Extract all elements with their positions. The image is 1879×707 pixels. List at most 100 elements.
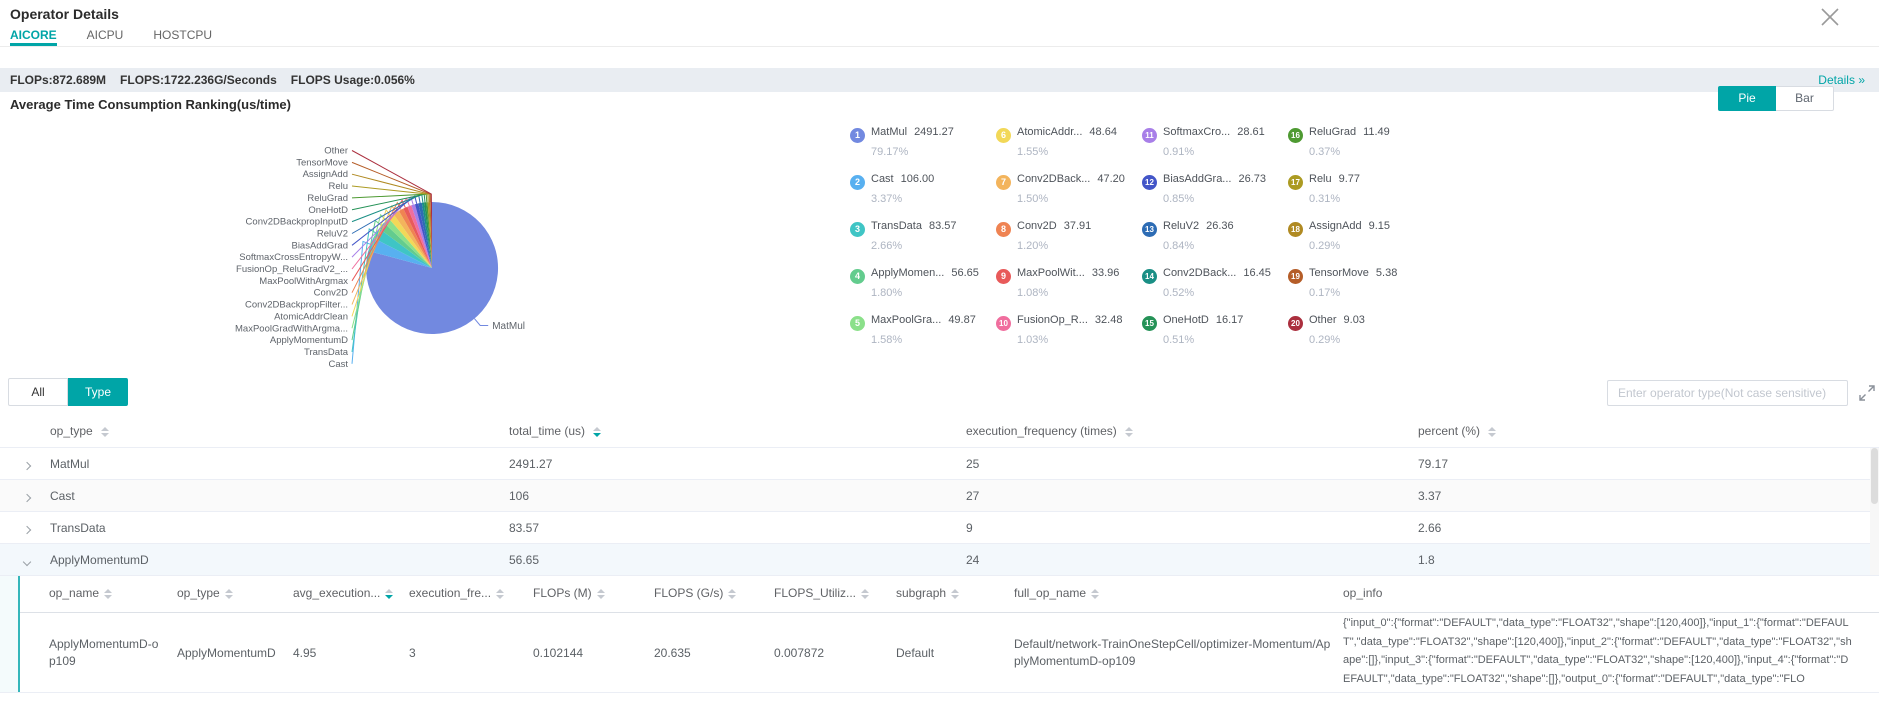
pie-label-MaxPoolGradWithArgma...: MaxPoolGradWithArgma... [235, 323, 348, 334]
legend-item-TransData[interactable]: 3TransData83.572.66% [850, 220, 956, 252]
sort-icon [728, 589, 736, 599]
col-label: execution_fre... [409, 586, 491, 600]
flops-summary-bar: FLOPs:872.689M FLOPS:1722.236G/Seconds F… [0, 68, 1879, 92]
operator-details-panel: Operator Details AICORE AICPU HOSTCPU FL… [0, 0, 1879, 707]
legend-item-MaxPoolGradWithArgma...[interactable]: 5MaxPoolGra...49.871.58% [850, 314, 976, 346]
col-label: execution_frequency (times) [966, 424, 1117, 438]
legend-op-value: 9.77 [1339, 173, 1360, 185]
detail-col-op-type[interactable]: op_type [177, 586, 233, 600]
col-header-op-type[interactable]: op_type [50, 424, 109, 438]
detail-gutter [0, 576, 18, 692]
legend-op-name: MaxPoolGra... [871, 314, 941, 326]
sort-icon [225, 589, 233, 599]
pie-label-OneHotD: OneHotD [308, 205, 348, 216]
legend-item-Other[interactable]: 20Other9.030.29% [1288, 314, 1365, 346]
pie-leader-MatMul [474, 319, 488, 326]
legend-item-Relu[interactable]: 17Relu9.770.31% [1288, 173, 1360, 205]
cell-percent: 79.17 [1418, 457, 1448, 471]
pie-toggle-button[interactable]: Pie [1718, 86, 1776, 111]
legend-rank-badge: 9 [996, 269, 1011, 284]
cell-op-type: Cast [50, 489, 75, 503]
col-header-percent[interactable]: percent (%) [1418, 424, 1496, 438]
legend-op-percent: 0.29% [1288, 240, 1390, 252]
pie-label-FusionOp_ReluGradV2_...: FusionOp_ReluGradV2_... [236, 264, 348, 275]
legend-op-name: FusionOp_R... [1017, 314, 1088, 326]
legend-item-BiasAddGrad[interactable]: 12BiasAddGra...26.730.85% [1142, 173, 1266, 205]
collapse-chevron-icon[interactable] [24, 554, 36, 566]
table-row-cast[interactable]: Cast 106 27 3.37 [0, 480, 1879, 512]
pie-label-TransData: TransData [304, 347, 349, 358]
col-header-total-time[interactable]: total_time (us) [509, 424, 601, 438]
operator-search-input[interactable] [1607, 380, 1848, 406]
legend-item-AtomicAddrClean[interactable]: 6AtomicAddr...48.641.55% [996, 126, 1117, 158]
legend-item-Cast[interactable]: 2Cast106.003.37% [850, 173, 934, 205]
table-row-applymomentumd[interactable]: ApplyMomentumD 56.65 24 1.8 [0, 544, 1879, 576]
legend-item-Conv2D[interactable]: 8Conv2D37.911.20% [996, 220, 1091, 252]
pie-label-Conv2D: Conv2D [314, 288, 348, 299]
detail-col-flops-gs[interactable]: FLOPS (G/s) [654, 586, 736, 600]
legend-op-name: TensorMove [1309, 267, 1369, 279]
col-label: FLOPs (M) [533, 586, 592, 600]
legend-rank-badge: 19 [1288, 269, 1303, 284]
tab-bar: AICORE AICPU HOSTCPU [0, 28, 1879, 47]
detail-col-op-info[interactable]: op_info [1343, 586, 1382, 600]
legend-item-MatMul[interactable]: 1MatMul2491.2779.17% [850, 126, 954, 158]
cell-percent: 1.8 [1418, 553, 1435, 567]
pie-label-Other: Other [324, 146, 348, 157]
detail-cell-subgraph: Default [896, 613, 934, 693]
legend-item-ReluV2[interactable]: 13ReluV226.360.84% [1142, 220, 1234, 252]
expand-chevron-icon[interactable] [24, 522, 36, 534]
scrollbar-thumb[interactable] [1871, 448, 1878, 504]
sort-icon [1488, 427, 1496, 437]
legend-item-AssignAdd[interactable]: 18AssignAdd9.150.29% [1288, 220, 1390, 252]
legend-item-SoftmaxCrossEntropyW...[interactable]: 11SoftmaxCro...28.610.91% [1142, 126, 1265, 158]
legend-item-ApplyMomentumD[interactable]: 4ApplyMomen...56.651.80% [850, 267, 979, 299]
legend-rank-badge: 11 [1142, 128, 1157, 143]
detail-col-full-op-name[interactable]: full_op_name [1014, 586, 1099, 600]
detail-col-flops-utilization[interactable]: FLOPS_Utiliz... [774, 586, 869, 600]
detail-col-avg-execution[interactable]: avg_execution... [293, 586, 393, 600]
col-header-execution-frequency[interactable]: execution_frequency (times) [966, 424, 1133, 438]
expand-chevron-icon[interactable] [24, 490, 36, 502]
legend-op-value: 2491.27 [914, 126, 954, 138]
sort-icon-desc-active [593, 427, 601, 437]
legend-op-name: ReluV2 [1163, 220, 1199, 232]
legend-op-percent: 0.85% [1142, 193, 1266, 205]
detail-cell-execution-frequency: 3 [409, 613, 416, 693]
tab-aicpu[interactable]: AICPU [87, 28, 124, 46]
legend-op-percent: 3.37% [850, 193, 934, 205]
table-row-matmul[interactable]: MatMul 2491.27 25 79.17 [0, 448, 1879, 480]
pie-label-Conv2DBackpropFilter...: Conv2DBackpropFilter... [245, 300, 348, 311]
legend-item-ReluGrad[interactable]: 16ReluGrad11.490.37% [1288, 126, 1390, 158]
legend-item-OneHotD[interactable]: 15OneHotD16.170.51% [1142, 314, 1243, 346]
fullscreen-icon[interactable] [1858, 384, 1876, 402]
filter-type-button[interactable]: Type [68, 378, 128, 406]
table-row-transdata[interactable]: TransData 83.57 9 2.66 [0, 512, 1879, 544]
bar-toggle-button[interactable]: Bar [1776, 86, 1834, 111]
detail-cell-full-op-name: Default/network-TrainOneStepCell/optimiz… [1014, 613, 1336, 693]
legend-item-Conv2DBackpropInputD[interactable]: 14Conv2DBack...16.450.52% [1142, 267, 1271, 299]
tab-aicore[interactable]: AICORE [10, 28, 57, 46]
close-icon[interactable] [1818, 5, 1842, 29]
detail-col-op-name[interactable]: op_name [49, 586, 112, 600]
detail-col-flops-m[interactable]: FLOPs (M) [533, 586, 605, 600]
expand-chevron-icon[interactable] [24, 458, 36, 470]
details-link[interactable]: Details » [1818, 73, 1865, 87]
legend-item-Conv2DBackpropFilter...[interactable]: 7Conv2DBack...47.201.50% [996, 173, 1125, 205]
legend-op-value: 5.38 [1376, 267, 1397, 279]
legend-item-TensorMove[interactable]: 19 TensorMove 5.38 0.17% [1288, 267, 1397, 299]
sort-icon-desc-active [385, 589, 393, 599]
pie-label-AtomicAddrClean: AtomicAddrClean [274, 311, 348, 322]
filter-all-button[interactable]: All [8, 378, 68, 406]
legend-item-MaxPoolWithArgmax[interactable]: 9MaxPoolWit...33.961.08% [996, 267, 1119, 299]
legend-op-percent: 0.17% [1288, 287, 1397, 299]
legend-op-percent: 1.50% [996, 193, 1125, 205]
legend-item-FusionOp_ReluGradV2_...[interactable]: 10FusionOp_R...32.481.03% [996, 314, 1122, 346]
table-scrollbar[interactable] [1870, 448, 1879, 575]
flops-usage: FLOPS Usage:0.056% [291, 73, 415, 87]
pie-label-SoftmaxCrossEntropyW...: SoftmaxCrossEntropyW... [239, 252, 348, 263]
detail-col-execution-frequency[interactable]: execution_fre... [409, 586, 504, 600]
legend-op-name: ApplyMomen... [871, 267, 944, 279]
detail-col-subgraph[interactable]: subgraph [896, 586, 959, 600]
tab-hostcpu[interactable]: HOSTCPU [153, 28, 212, 46]
